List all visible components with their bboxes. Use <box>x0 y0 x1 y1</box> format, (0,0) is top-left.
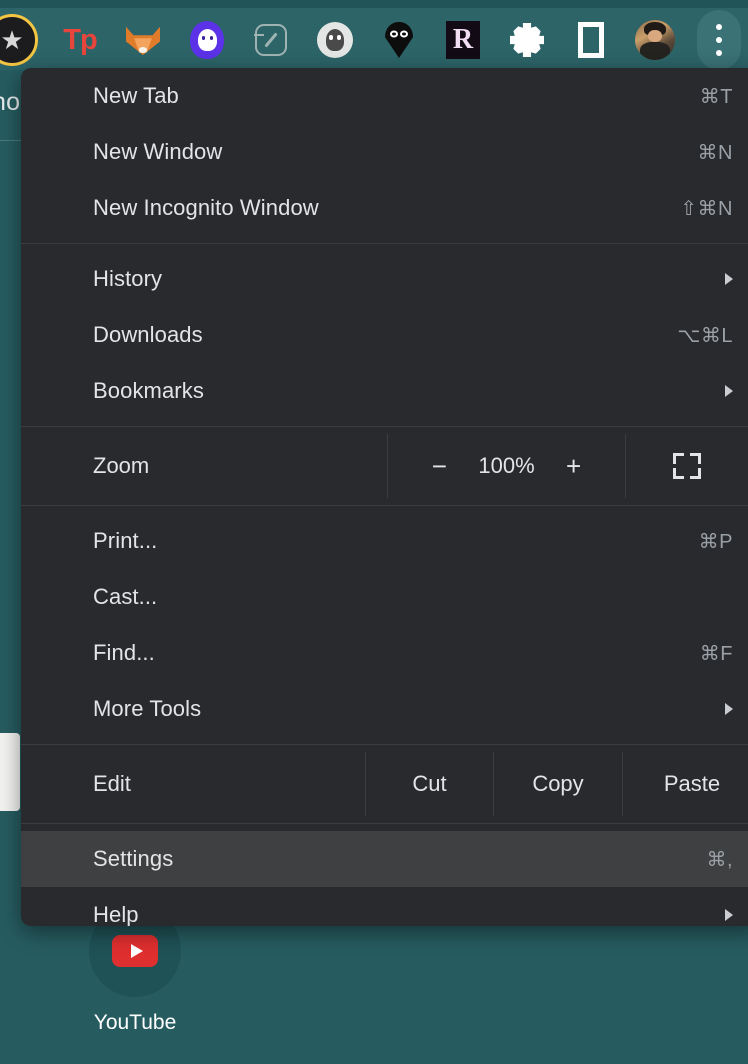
menu-item-new-tab[interactable]: New Tab ⌘T <box>21 68 748 124</box>
background-card-edge <box>0 733 20 811</box>
paste-button[interactable]: Paste <box>622 752 748 816</box>
chevron-right-icon <box>725 273 733 285</box>
menu-item-label: Settings <box>93 846 173 872</box>
fullscreen-icon <box>673 453 701 479</box>
menu-item-shortcut: ⌘N <box>698 140 733 165</box>
menu-item-shortcut: ⌘P <box>699 529 733 554</box>
menu-item-more-tools[interactable]: More Tools <box>21 681 748 737</box>
menu-item-label: History <box>93 266 162 292</box>
menu-item-label: More Tools <box>93 696 201 722</box>
menu-item-new-window[interactable]: New Window ⌘N <box>21 124 748 180</box>
copy-button[interactable]: Copy <box>493 752 622 816</box>
chrome-main-menu: New Tab ⌘T New Window ⌘N New Incognito W… <box>21 68 748 926</box>
letter-r-extension-icon[interactable]: R <box>441 18 485 62</box>
shortcut-youtube-label: YouTube <box>88 1011 182 1035</box>
menu-item-label: Help <box>93 902 139 926</box>
toolbar-top-strip <box>0 0 748 8</box>
zoom-label: Zoom <box>21 434 387 498</box>
menu-item-shortcut: ⇧⌘N <box>680 196 733 221</box>
menu-item-print[interactable]: Print... ⌘P <box>21 513 748 569</box>
tp-extension-icon[interactable]: Tp <box>58 18 102 62</box>
profile-avatar[interactable] <box>633 18 677 62</box>
menu-item-help[interactable]: Help <box>21 887 748 926</box>
menu-separator <box>21 823 748 824</box>
menu-item-label: Cast... <box>93 584 157 610</box>
menu-item-cast[interactable]: Cast... <box>21 569 748 625</box>
menu-item-settings[interactable]: Settings ⌘, <box>21 831 748 887</box>
menu-item-shortcut: ⌘T <box>700 84 733 109</box>
menu-item-label: Find... <box>93 640 155 666</box>
menu-item-label: New Incognito Window <box>93 195 319 221</box>
masked-pin-extension-icon[interactable] <box>377 18 421 62</box>
search-box-text-fragment: ho <box>0 88 20 117</box>
white-rectangle-extension-icon[interactable] <box>569 18 613 62</box>
menu-item-shortcut: ⌘F <box>700 641 733 666</box>
menu-item-history[interactable]: History <box>21 251 748 307</box>
menu-item-shortcut: ⌥⌘L <box>677 323 733 348</box>
menu-item-label: Bookmarks <box>93 378 204 404</box>
grey-ghost-extension-icon[interactable] <box>313 18 357 62</box>
menu-item-bookmarks[interactable]: Bookmarks <box>21 363 748 419</box>
zoom-out-button[interactable]: − <box>426 453 452 479</box>
menu-item-new-incognito-window[interactable]: New Incognito Window ⇧⌘N <box>21 180 748 236</box>
chevron-right-icon <box>725 385 733 397</box>
menu-row-zoom: Zoom − 100% + <box>21 434 748 498</box>
fullscreen-button[interactable] <box>625 434 748 498</box>
puzzle-extensions-icon[interactable] <box>505 18 549 62</box>
menu-item-label: Downloads <box>93 322 203 348</box>
menu-separator <box>21 744 748 745</box>
chrome-menu-button[interactable] <box>697 18 741 62</box>
menu-row-edit: Edit Cut Copy Paste <box>21 752 748 816</box>
cut-button[interactable]: Cut <box>365 752 493 816</box>
pen-edit-extension-icon[interactable] <box>249 18 293 62</box>
edit-label: Edit <box>21 752 365 816</box>
menu-item-label: New Tab <box>93 83 179 109</box>
menu-separator <box>21 426 748 427</box>
menu-item-label: Print... <box>93 528 157 554</box>
chevron-right-icon <box>725 703 733 715</box>
menu-item-find[interactable]: Find... ⌘F <box>21 625 748 681</box>
browser-toolbar: ★ Tp R <box>0 0 748 70</box>
menu-item-downloads[interactable]: Downloads ⌥⌘L <box>21 307 748 363</box>
chevron-right-icon <box>725 909 733 921</box>
shortcut-youtube[interactable]: YouTube <box>88 905 182 1055</box>
zoom-in-button[interactable]: + <box>561 453 587 479</box>
star-badge-extension-icon[interactable]: ★ <box>0 18 42 62</box>
zoom-controls: − 100% + <box>387 434 625 498</box>
purple-ghost-extension-icon[interactable] <box>185 18 229 62</box>
menu-separator <box>21 243 748 244</box>
metamask-fox-extension-icon[interactable] <box>121 18 165 62</box>
menu-separator <box>21 505 748 506</box>
zoom-level-value: 100% <box>478 453 534 479</box>
menu-item-shortcut: ⌘, <box>706 847 733 872</box>
menu-item-label: New Window <box>93 139 222 165</box>
